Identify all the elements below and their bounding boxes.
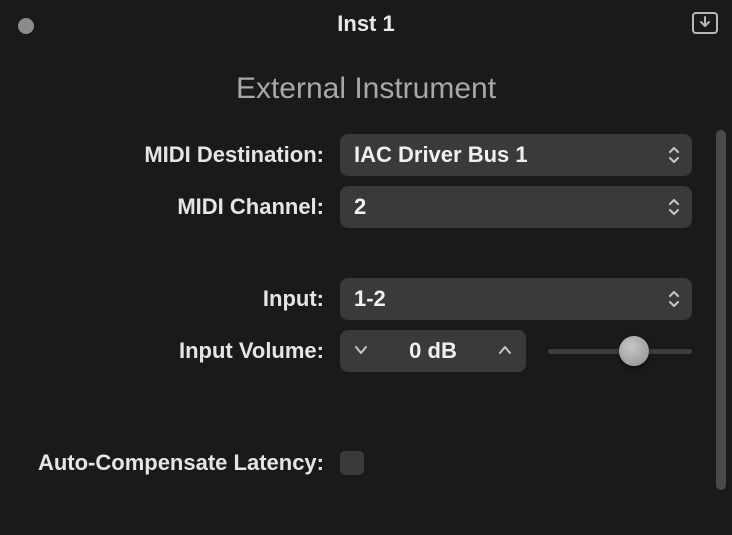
input-value: 1-2 [354,286,386,312]
midi-channel-select[interactable]: 2 [340,186,692,228]
titlebar: Inst 1 [0,0,732,48]
midi-channel-label: MIDI Channel: [30,194,330,220]
midi-destination-row: MIDI Destination: IAC Driver Bus 1 [30,134,692,176]
midi-destination-select[interactable]: IAC Driver Bus 1 [340,134,692,176]
input-volume-label: Input Volume: [30,338,330,364]
updown-icon [668,145,680,165]
plugin-panel: Inst 1 External Instrument MIDI Destinat… [0,0,732,535]
plugin-title: External Instrument [0,72,732,106]
auto-latency-checkbox[interactable] [340,451,364,475]
midi-channel-value: 2 [354,194,366,220]
chevron-down-icon[interactable] [354,342,368,360]
auto-latency-row: Auto-Compensate Latency: [30,450,692,476]
input-label: Input: [30,286,330,312]
close-dot[interactable] [18,18,34,34]
midi-destination-label: MIDI Destination: [30,142,330,168]
input-volume-stepper[interactable]: 0 dB [340,330,526,372]
scrollbar[interactable] [716,130,726,490]
midi-channel-row: MIDI Channel: 2 [30,186,692,228]
chevron-up-icon[interactable] [498,342,512,360]
auto-latency-label: Auto-Compensate Latency: [30,450,330,476]
content-area: MIDI Destination: IAC Driver Bus 1 MIDI … [0,134,732,476]
input-volume-row: Input Volume: 0 dB [30,330,692,372]
track-title: Inst 1 [337,11,394,37]
input-volume-slider[interactable] [548,330,692,372]
midi-destination-value: IAC Driver Bus 1 [354,142,528,168]
input-volume-value: 0 dB [409,338,457,364]
input-select[interactable]: 1-2 [340,278,692,320]
updown-icon [668,289,680,309]
slider-thumb[interactable] [619,336,649,366]
preset-download-icon[interactable] [692,12,718,34]
input-row: Input: 1-2 [30,278,692,320]
updown-icon [668,197,680,217]
